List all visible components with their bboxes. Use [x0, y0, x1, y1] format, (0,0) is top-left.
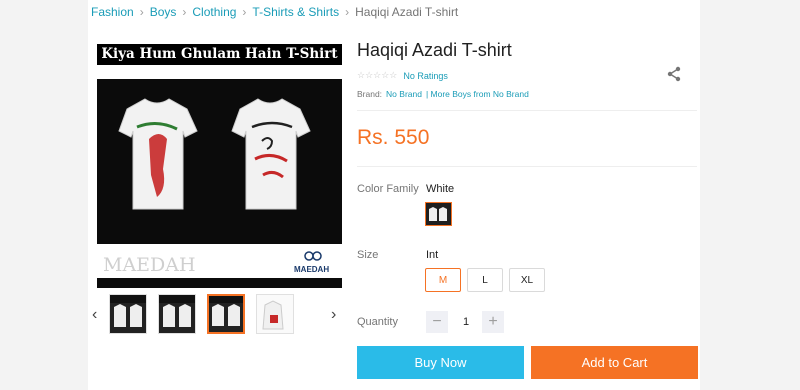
- product-price: Rs. 550: [357, 126, 430, 149]
- more-from-brand-link[interactable]: | More Boys from No Brand: [426, 89, 529, 99]
- star-rating-icon: ☆☆☆☆☆: [357, 70, 398, 80]
- thumbnail-1[interactable]: [109, 294, 147, 334]
- quantity-value[interactable]: 1: [456, 316, 476, 328]
- product-page: Fashion › Boys › Clothing › T-Shirts & S…: [0, 0, 800, 390]
- maedah-logo: MAEDAH MAEDAH: [103, 248, 329, 276]
- thumbnail-gallery: ‹ ›: [92, 294, 347, 334]
- svg-text:MAEDAH: MAEDAH: [103, 254, 196, 276]
- size-system-value: Int: [426, 249, 439, 261]
- breadcrumb-fashion[interactable]: Fashion: [91, 5, 134, 19]
- breadcrumb-clothing[interactable]: Clothing: [192, 5, 236, 19]
- color-swatch-white[interactable]: [425, 202, 452, 226]
- breadcrumb-boys[interactable]: Boys: [150, 5, 177, 19]
- add-to-cart-button[interactable]: Add to Cart: [531, 346, 698, 379]
- divider: [357, 110, 697, 111]
- buy-now-button[interactable]: Buy Now: [357, 346, 524, 379]
- breadcrumb-current: Haqiqi Azadi T-shirt: [355, 5, 459, 19]
- svg-text:MAEDAH: MAEDAH: [294, 265, 329, 274]
- thumbnail-4[interactable]: [256, 294, 294, 334]
- quantity-label: Quantity: [357, 316, 398, 328]
- brand-label: Brand:: [357, 89, 383, 99]
- chevron-right-icon[interactable]: ›: [331, 306, 336, 324]
- product-title: Haqiqi Azadi T-shirt: [357, 40, 512, 60]
- color-family-label: Color Family: [357, 183, 419, 195]
- share-icon[interactable]: [666, 66, 682, 82]
- divider: [357, 166, 697, 167]
- ratings-link[interactable]: No Ratings: [403, 71, 448, 81]
- image-watermark-strip: MAEDAH MAEDAH: [97, 244, 342, 278]
- breadcrumb-separator-icon: ›: [139, 5, 144, 19]
- size-option-l[interactable]: L: [467, 268, 503, 292]
- color-family-value: White: [426, 183, 455, 195]
- rating-row: ☆☆☆☆☆ No Ratings: [357, 70, 448, 81]
- breadcrumb: Fashion › Boys › Clothing › T-Shirts & S…: [91, 5, 458, 19]
- size-option-m[interactable]: M: [425, 268, 461, 292]
- quantity-increase-button[interactable]: +: [482, 311, 504, 333]
- thumbnail-3-selected[interactable]: [207, 294, 245, 334]
- image-banner-title: Kiya Hum Ghulam Hain T-Shirt: [97, 44, 342, 65]
- size-option-xl[interactable]: XL: [509, 268, 545, 292]
- size-label: Size: [357, 249, 379, 261]
- breadcrumb-separator-icon: ›: [182, 5, 187, 19]
- brand-link[interactable]: No Brand: [386, 89, 422, 99]
- breadcrumb-separator-icon: ›: [345, 5, 350, 19]
- chevron-left-icon[interactable]: ‹: [92, 306, 97, 324]
- thumbnail-2[interactable]: [158, 294, 196, 334]
- product-main-image[interactable]: Kiya Hum Ghulam Hain T-Shirt: [97, 44, 342, 288]
- brand-row: Brand: No Brand | More Boys from No Bran…: [357, 89, 529, 99]
- breadcrumb-tshirts[interactable]: T-Shirts & Shirts: [252, 5, 339, 19]
- quantity-decrease-button[interactable]: −: [426, 311, 448, 333]
- breadcrumb-separator-icon: ›: [242, 5, 247, 19]
